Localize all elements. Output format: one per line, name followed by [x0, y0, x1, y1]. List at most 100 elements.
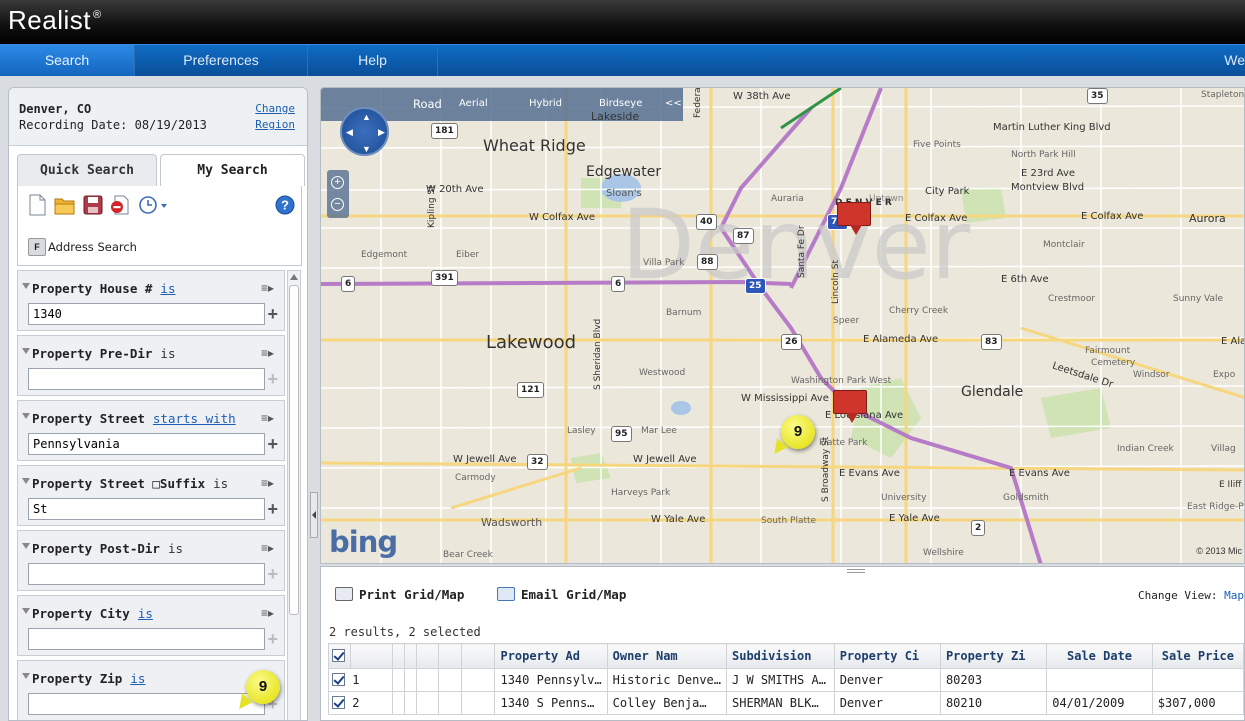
region-box: Denver, CO Recording Date: 08/19/2013 Ch…	[9, 88, 307, 146]
layer-hybrid-tab[interactable]: Hybrid	[529, 98, 562, 109]
map-view[interactable]: Denver Road Aerial Hybrid Birdseye << ▲ ▼…	[320, 87, 1245, 564]
row-select-cell[interactable]: 1	[328, 668, 393, 692]
print-grid-button[interactable]: Print Grid/Map	[335, 587, 464, 602]
map-label: Five Points	[913, 140, 961, 150]
col-sale-price[interactable]: Sale Price	[1151, 643, 1244, 669]
new-document-icon[interactable]	[26, 194, 48, 216]
email-grid-button[interactable]: Email Grid/Map	[497, 587, 626, 602]
results-table: Property Ad Owner Nam Subdivision Proper…	[328, 643, 1244, 715]
map-label: Cherry Creek	[889, 306, 949, 316]
field-label: Property Pre-Dir	[32, 346, 153, 361]
add-icon[interactable]: +	[267, 499, 278, 520]
collapse-icon[interactable]	[22, 543, 30, 549]
field-menu-icon[interactable]: ≡▸	[261, 346, 274, 360]
table-row[interactable]: 2 1340 S Penns… Colley Benja… SHERMAN BL…	[328, 691, 1244, 715]
row-checkbox[interactable]	[332, 696, 345, 709]
map-label: Wheat Ridge	[483, 136, 586, 155]
open-folder-icon[interactable]	[54, 194, 76, 216]
select-all-cell[interactable]	[328, 643, 351, 669]
tab-quick-search[interactable]: Quick Search	[17, 154, 157, 186]
tab-my-search[interactable]: My Search	[160, 154, 305, 186]
cell-subdivision: J W SMITHS A…	[726, 668, 835, 692]
add-icon[interactable]: +	[267, 434, 278, 455]
col-property-zip[interactable]: Property Zi	[939, 643, 1048, 669]
select-all-checkbox[interactable]	[332, 649, 345, 662]
region-link[interactable]: Region	[255, 118, 295, 131]
pre-dir-input[interactable]	[28, 368, 265, 390]
recording-date: Recording Date: 08/19/2013	[19, 118, 207, 132]
col-property-city[interactable]: Property Ci	[833, 643, 941, 669]
region-city: Denver, CO	[19, 102, 92, 116]
property-pin-1[interactable]	[837, 202, 871, 235]
add-icon[interactable]: +	[267, 564, 278, 585]
street-suffix-input[interactable]	[28, 498, 265, 520]
change-link[interactable]: Change	[255, 102, 295, 115]
col-property-address[interactable]: Property Ad	[494, 643, 608, 669]
nav-preferences[interactable]: Preferences	[135, 45, 308, 76]
collapse-icon[interactable]	[22, 413, 30, 419]
zip-input[interactable]	[28, 693, 265, 715]
map-label: Lincoln St	[831, 260, 841, 304]
collapse-icon[interactable]	[22, 478, 30, 484]
zoom-in-icon[interactable]: +	[331, 176, 344, 189]
fields-scrollbar[interactable]	[287, 270, 301, 720]
field-operator[interactable]: is	[130, 671, 145, 686]
scroll-up-icon[interactable]	[290, 274, 298, 280]
map-label: W Jewell Ave	[453, 454, 517, 465]
field-operator[interactable]: starts with	[153, 411, 236, 426]
field-menu-icon[interactable]: ≡▸	[261, 541, 274, 555]
map-label: E 6th Ave	[1001, 274, 1049, 285]
collapse-layers-button[interactable]: <<	[665, 98, 682, 109]
zoom-out-icon[interactable]: −	[331, 198, 344, 211]
table-row[interactable]: 1 1340 Pennsylv… Historic Denve… J W SMI…	[328, 668, 1244, 692]
cell-address: 1340 S Penns…	[494, 691, 608, 715]
nav-help[interactable]: Help	[308, 45, 438, 76]
history-clock-icon[interactable]	[138, 194, 170, 216]
cell-zip: 80210	[939, 691, 1048, 715]
map-pan-control[interactable]: ▲ ▼ ◀ ▶	[340, 107, 389, 156]
field-operator[interactable]: is	[138, 606, 153, 621]
collapse-icon[interactable]	[22, 673, 30, 679]
col-subdivision[interactable]: Subdivision	[726, 643, 835, 669]
field-menu-icon[interactable]: ≡▸	[261, 476, 274, 490]
row-checkbox[interactable]	[332, 673, 345, 686]
address-search[interactable]: F Address Search	[17, 226, 302, 266]
house-number-input[interactable]	[28, 303, 265, 325]
collapse-icon[interactable]	[22, 348, 30, 354]
property-pin-2[interactable]	[833, 390, 867, 423]
map-label: Sunny Vale	[1173, 294, 1224, 304]
collapse-icon[interactable]	[22, 608, 30, 614]
help-icon[interactable]: ?	[274, 194, 296, 216]
results-summary: 2 results, 2 selected	[329, 625, 481, 639]
row-number: 2	[352, 696, 360, 710]
map-label: Mar Lee	[641, 426, 677, 436]
map-label: Villag	[1211, 444, 1236, 454]
collapse-panel-handle[interactable]	[310, 492, 318, 538]
add-icon[interactable]: +	[267, 304, 278, 325]
field-operator[interactable]: is	[160, 281, 175, 296]
add-icon[interactable]: +	[267, 369, 278, 390]
map-label: University	[881, 493, 927, 503]
map-label: W 38th Ave	[733, 91, 791, 102]
city-input[interactable]	[28, 628, 265, 650]
grid-resize-handle[interactable]	[847, 569, 865, 573]
row-select-cell[interactable]: 2	[328, 691, 393, 715]
nav-search[interactable]: Search	[0, 45, 135, 76]
post-dir-input[interactable]	[28, 563, 265, 585]
cell-blank	[403, 691, 417, 715]
scroll-thumb[interactable]	[289, 285, 299, 615]
collapse-icon[interactable]	[22, 283, 30, 289]
layer-aerial-tab[interactable]: Aerial	[459, 98, 488, 109]
street-input[interactable]	[28, 433, 265, 455]
change-view-link[interactable]: Map	[1224, 589, 1244, 602]
field-menu-icon[interactable]: ≡▸	[261, 411, 274, 425]
field-menu-icon[interactable]: ≡▸	[261, 281, 274, 295]
layer-birdseye-tab[interactable]: Birdseye	[599, 98, 642, 109]
col-owner-name[interactable]: Owner Nam	[606, 643, 728, 669]
field-menu-icon[interactable]: ≡▸	[261, 606, 274, 620]
col-sale-date[interactable]: Sale Date	[1046, 643, 1153, 669]
add-icon[interactable]: +	[267, 629, 278, 650]
layer-road-tab[interactable]: Road	[413, 97, 442, 111]
save-disk-icon[interactable]	[82, 194, 104, 216]
delete-icon[interactable]	[110, 194, 132, 216]
